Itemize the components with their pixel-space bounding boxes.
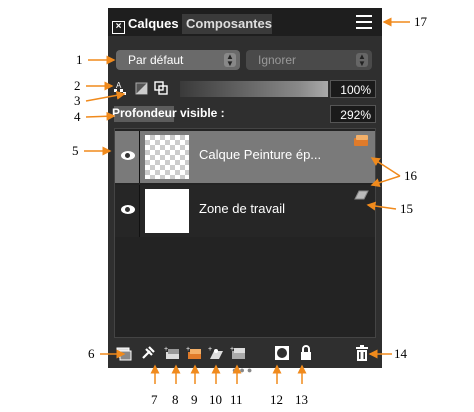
callout-5: 5 [72, 143, 79, 158]
callout-7: 7 [151, 392, 158, 407]
callout-17: 17 [414, 14, 427, 29]
callout-14: 14 [394, 346, 407, 361]
callout-3: 3 [74, 93, 81, 108]
callout-10: 10 [209, 392, 222, 407]
callout-11: 11 [230, 392, 243, 407]
callout-13: 13 [295, 392, 308, 407]
callout-2: 2 [74, 78, 81, 93]
callout-8: 8 [172, 392, 179, 407]
callout-16: 16 [404, 168, 417, 183]
callout-4: 4 [74, 109, 81, 124]
callout-15: 15 [400, 201, 413, 216]
callout-12: 12 [270, 392, 283, 407]
callout-1: 1 [76, 52, 83, 67]
callout-6: 6 [88, 346, 95, 361]
callout-9: 9 [191, 392, 198, 407]
